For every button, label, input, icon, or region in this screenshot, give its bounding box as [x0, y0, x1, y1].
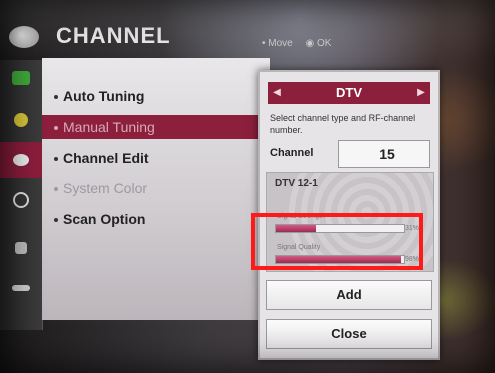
- channel-name: DTV 12-1: [275, 178, 318, 189]
- channel-type-selector[interactable]: ◀ DTV ▶: [268, 82, 430, 104]
- bullet-icon: [54, 95, 58, 100]
- bullet-icon: [54, 187, 58, 192]
- tv-screen: CHANNEL • Move ◉ OK Auto Tuning Manual T…: [0, 0, 495, 373]
- menu-item-label: Scan Option: [63, 211, 146, 227]
- rail-item-picture[interactable]: [0, 60, 42, 96]
- channel-type-value: DTV: [336, 85, 362, 100]
- audio-icon: [14, 113, 28, 127]
- picture-icon: [12, 71, 30, 85]
- ok-hint: ◉ OK: [305, 38, 332, 49]
- page-title: CHANNEL: [56, 23, 171, 48]
- rail-item-channel[interactable]: [0, 142, 42, 178]
- bullet-icon: [54, 157, 58, 162]
- rail-item-option[interactable]: [0, 270, 42, 306]
- menu-item-manual-tuning[interactable]: Manual Tuning: [42, 115, 270, 139]
- menu-item-label: System Color: [63, 180, 148, 196]
- time-icon: [13, 192, 29, 208]
- channel-menu: Auto Tuning Manual Tuning Channel Edit S…: [42, 58, 270, 320]
- channel-number-value: 15: [379, 146, 395, 162]
- rail-item-time[interactable]: [0, 182, 42, 218]
- close-button[interactable]: Close: [266, 319, 432, 349]
- menu-item-channel-edit[interactable]: Channel Edit: [42, 146, 270, 170]
- lock-icon: [15, 242, 27, 254]
- menu-item-scan-option[interactable]: Scan Option: [42, 207, 270, 231]
- bullet-icon: [54, 126, 58, 131]
- option-icon: [12, 285, 30, 291]
- arrow-right-icon[interactable]: ▶: [414, 86, 428, 100]
- category-rail: [0, 60, 43, 330]
- add-button[interactable]: Add: [266, 280, 432, 310]
- move-hint: • Move: [262, 38, 293, 49]
- menu-item-auto-tuning[interactable]: Auto Tuning: [42, 84, 270, 108]
- menu-item-label: Auto Tuning: [63, 88, 145, 104]
- channel-label: Channel: [270, 147, 314, 159]
- bullet-icon: [54, 218, 58, 223]
- menu-item-label: Manual Tuning: [63, 119, 155, 135]
- rail-item-audio[interactable]: [0, 102, 42, 138]
- header: CHANNEL: [0, 18, 270, 58]
- channel-number-field[interactable]: 15: [338, 140, 430, 168]
- menu-item-system-color: System Color: [42, 176, 270, 200]
- rail-item-lock[interactable]: [0, 230, 42, 266]
- channel-menu-icon: [9, 26, 39, 48]
- channel-icon: [13, 154, 29, 166]
- navigation-hints: • Move ◉ OK: [262, 38, 341, 49]
- instruction-text: Select channel type and RF-channel numbe…: [270, 113, 416, 135]
- annotation-highlight-box: [251, 213, 423, 270]
- menu-item-label: Channel Edit: [63, 150, 149, 166]
